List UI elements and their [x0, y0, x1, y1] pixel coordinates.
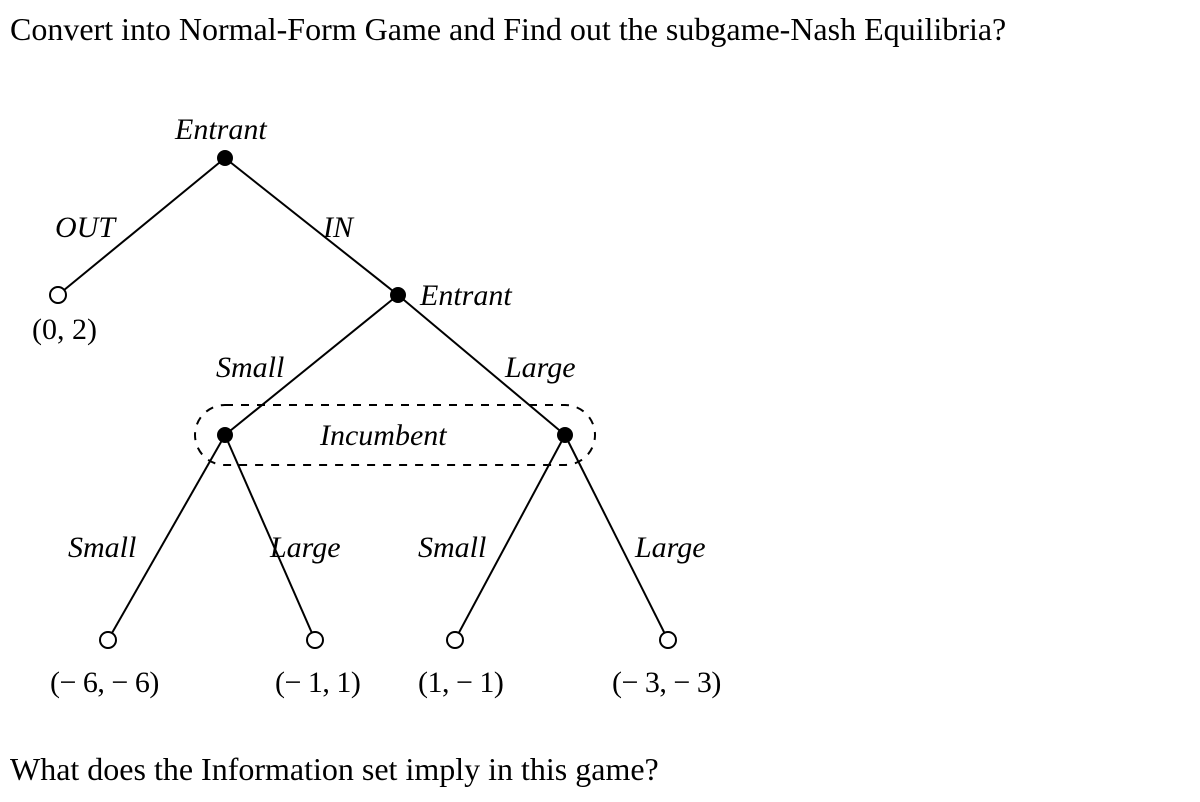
terminal-sl	[307, 632, 323, 648]
action-large-left: Large	[270, 530, 341, 566]
player-label-entrant-2: Entrant	[420, 278, 512, 314]
terminal-out	[50, 287, 66, 303]
action-small-right: Small	[418, 530, 486, 566]
terminal-ls	[447, 632, 463, 648]
page: Convert into Normal-Form Game and Find o…	[0, 0, 1200, 802]
action-small-top: Small	[216, 350, 284, 386]
node-entrant-2	[390, 287, 406, 303]
payoff-ll: (− 3, − 3)	[612, 665, 721, 701]
footer-question: What does the Information set imply in t…	[10, 750, 659, 788]
action-large-top: Large	[505, 350, 576, 386]
terminal-ss	[100, 632, 116, 648]
action-large-right: Large	[635, 530, 706, 566]
payoff-ls: (1, − 1)	[418, 665, 503, 701]
terminal-ll	[660, 632, 676, 648]
node-incumbent-left	[217, 427, 233, 443]
payoff-ss: (− 6, − 6)	[50, 665, 159, 701]
payoff-out: (0, 2)	[32, 312, 97, 348]
action-out: OUT	[55, 210, 115, 246]
edge-in	[225, 158, 398, 295]
action-small-left: Small	[68, 530, 136, 566]
node-incumbent-right	[557, 427, 573, 443]
player-label-root: Entrant	[175, 112, 267, 148]
payoff-sl: (− 1, 1)	[275, 665, 360, 701]
node-root	[217, 150, 233, 166]
action-in: IN	[323, 210, 353, 246]
player-label-incumbent: Incumbent	[320, 418, 447, 454]
